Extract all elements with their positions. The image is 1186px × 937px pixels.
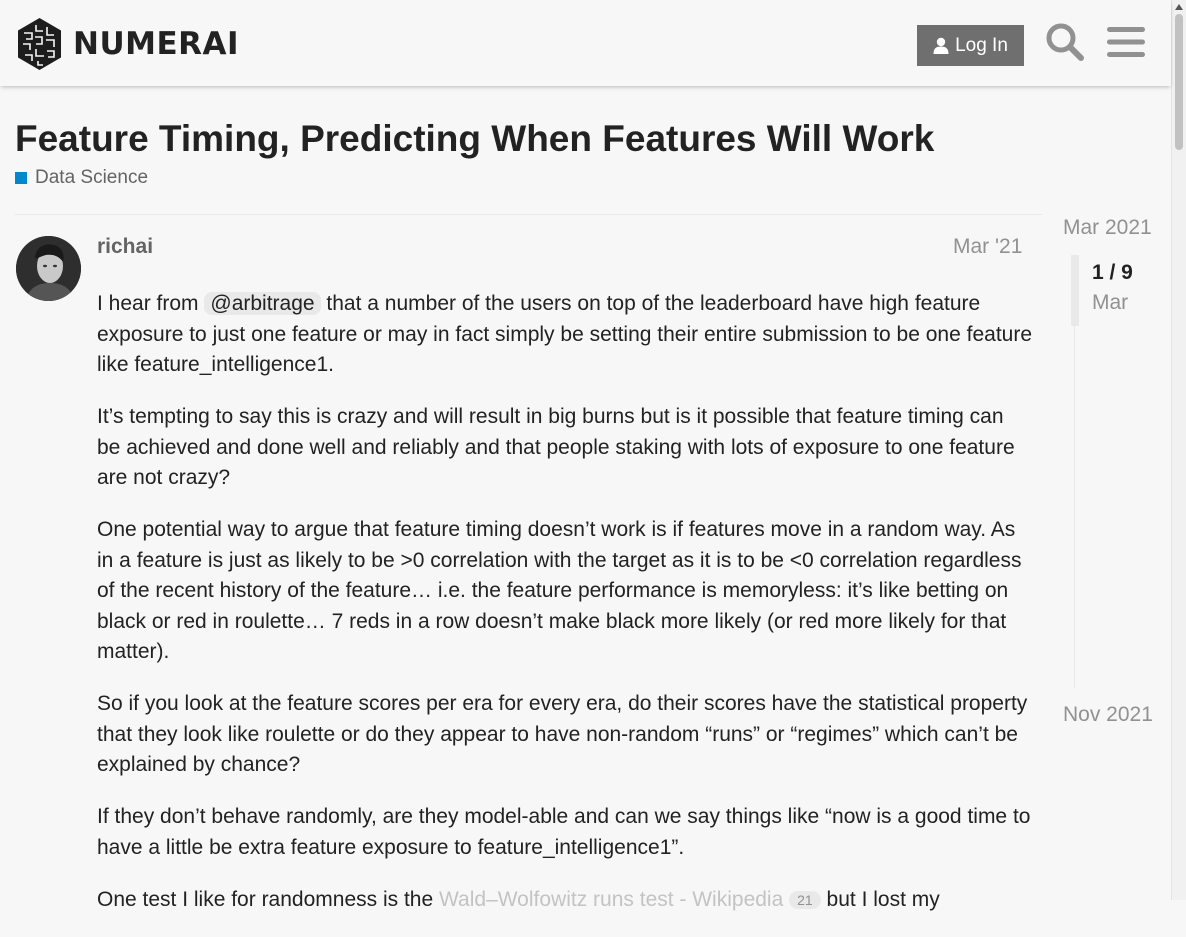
user-mention-link[interactable]: @arbitrage (204, 292, 321, 315)
post-paragraph: It’s tempting to say this is crazy and w… (97, 405, 1015, 489)
paragraph-text: but I lost my (820, 887, 940, 911)
scrollbar-thumb[interactable] (1175, 14, 1183, 150)
wikipedia-link[interactable]: Wald–Wolfowitz runs test - Wikipedia (439, 888, 783, 911)
log-in-button[interactable]: Log In (917, 25, 1024, 66)
category-label: Data Science (35, 167, 149, 188)
timeline-end-date[interactable]: Nov 2021 (1063, 703, 1153, 727)
category-color-square (15, 172, 27, 184)
avatar-portrait-icon (16, 236, 81, 301)
user-icon (933, 37, 949, 54)
timeline-position-date: Mar (1092, 291, 1129, 314)
category-badge[interactable]: Data Science (15, 167, 148, 189)
log-in-label: Log In (955, 34, 1008, 56)
site-logo[interactable]: NUMERAI (16, 17, 239, 71)
timeline-position: 1 / 9 (1092, 261, 1133, 284)
avatar[interactable] (16, 236, 81, 301)
timeline-scroller-handle[interactable] (1071, 255, 1079, 326)
post-paragraph: I hear from @arbitrage that a number of … (97, 289, 1032, 381)
post-body: I hear from @arbitrage that a number of … (97, 289, 1032, 937)
logo-text: NUMERAI (73, 26, 240, 62)
topic-title[interactable]: Feature Timing, Predicting When Features… (15, 118, 934, 160)
paragraph-text: One test I like for randomness is the (97, 887, 439, 911)
post-paragraph: So if you look at the feature scores per… (97, 692, 1028, 776)
page-scrollbar[interactable] (1171, 0, 1186, 900)
topic-divider (15, 214, 1042, 215)
numerai-logo-icon (18, 18, 61, 70)
timeline-start-date[interactable]: Mar 2021 (1063, 216, 1152, 240)
scroll-up-arrow-icon[interactable] (1175, 4, 1183, 10)
post-date[interactable]: Mar '21 (953, 235, 1022, 259)
search-icon[interactable] (1044, 21, 1086, 63)
post-paragraph: One potential way to argue that feature … (97, 518, 1022, 663)
paragraph-text: I hear from (97, 292, 205, 315)
site-header: NUMERAI Log In (0, 0, 1171, 86)
post-author[interactable]: richai (97, 235, 153, 259)
hamburger-menu-icon[interactable] (1105, 21, 1147, 63)
post-paragraph: If they don’t behave randomly, are they … (97, 805, 1031, 859)
